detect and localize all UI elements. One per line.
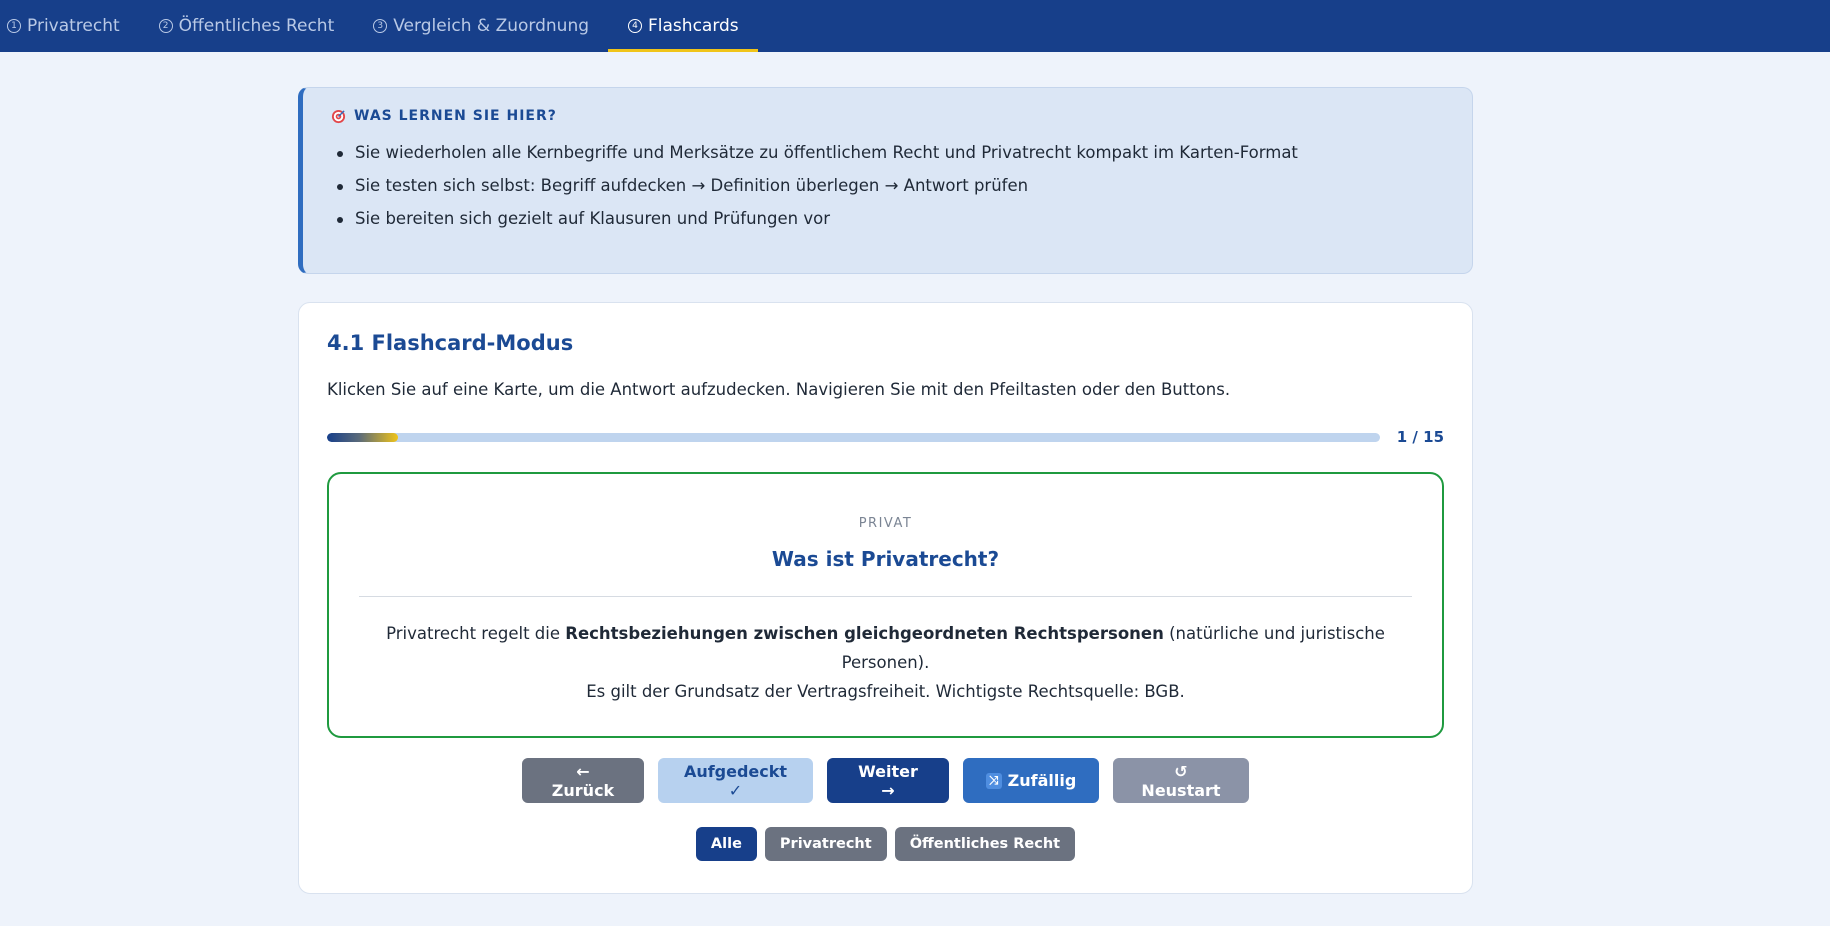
learning-goals-box: WAS LERNEN SIE HIER? Sie wiederholen all… <box>298 87 1473 274</box>
random-button[interactable]: ⤨ Zufällig <box>963 758 1099 803</box>
progress-bar-fill <box>327 432 398 442</box>
tab-privatrecht[interactable]: 1 Privatrecht <box>2 0 139 52</box>
flashcard-divider <box>359 596 1412 597</box>
tab-number-icon: 2 <box>158 19 173 33</box>
answer-text: Privatrecht regelt die <box>386 624 566 643</box>
back-button[interactable]: ← Zurück <box>522 758 644 803</box>
tab-flashcards[interactable]: 4 Flashcards <box>608 0 758 52</box>
filter-all[interactable]: Alle <box>695 827 757 861</box>
filter-privatrecht[interactable]: Privatrecht <box>764 827 887 861</box>
flashcard-category: PRIVAT <box>858 516 913 531</box>
tab-number-icon: 3 <box>373 19 388 33</box>
filter-oeffentliches-recht[interactable]: Öffentliches Recht <box>894 827 1076 861</box>
restart-button[interactable]: ↺ Neustart <box>1113 758 1249 803</box>
flashcard-mode-panel: 4.1 Flashcard-Modus Klicken Sie auf eine… <box>298 302 1473 894</box>
tab-number-icon: 1 <box>7 19 21 33</box>
flashcard-question: Was ist Privatrecht? <box>771 547 1000 571</box>
answer-text: Es gilt der Grundsatz der Vertragsfreihe… <box>586 682 1185 701</box>
section-description: Klicken Sie auf eine Karte, um die Antwo… <box>327 380 1231 399</box>
category-filter: Alle Privatrecht Öffentliches Recht <box>327 827 1444 861</box>
tab-oeffentliches-recht[interactable]: 2 Öffentliches Recht <box>139 0 354 52</box>
revealed-button[interactable]: Aufgedeckt ✓ <box>658 758 813 803</box>
list-item: Sie wiederholen alle Kernbegriffe und Me… <box>331 143 1444 162</box>
list-item: Sie bereiten sich gezielt auf Klausuren … <box>331 209 1444 228</box>
tab-label: Vergleich & Zuordnung <box>393 16 590 36</box>
flashcard[interactable]: PRIVAT Was ist Privatrecht? Privatrecht … <box>327 472 1444 738</box>
answer-highlight: Rechtsbeziehungen zwischen gleichgeordne… <box>565 624 1164 643</box>
progress-bar <box>327 432 1380 442</box>
learning-goals-header: WAS LERNEN SIE HIER? <box>331 108 1444 124</box>
tab-label: Öffentliches Recht <box>178 16 335 36</box>
shuffle-icon: ⤨ <box>985 772 1002 789</box>
tab-vergleich-zuordnung[interactable]: 3 Vergleich & Zuordnung <box>353 0 608 52</box>
tab-label: Flashcards <box>648 16 739 36</box>
list-item: Sie testen sich selbst: Begriff aufdecke… <box>331 176 1444 195</box>
top-navigation: 1 Privatrecht 2 Öffentliches Recht 3 Ver… <box>0 0 1830 52</box>
target-icon <box>331 109 346 123</box>
learning-goals-title: WAS LERNEN SIE HIER? <box>354 108 557 124</box>
section-title: 4.1 Flashcard-Modus <box>327 331 574 355</box>
random-button-label: Zufällig <box>1007 771 1077 790</box>
tab-label: Privatrecht <box>27 16 120 36</box>
flashcard-answer: Privatrecht regelt die Rechtsbeziehungen… <box>359 619 1412 706</box>
progress-counter: 1 / 15 <box>1396 428 1444 446</box>
tab-number-icon: 4 <box>628 19 643 33</box>
learning-goals-list: Sie wiederholen alle Kernbegriffe und Me… <box>331 143 1444 228</box>
next-button[interactable]: Weiter → <box>827 758 949 803</box>
flashcard-controls: ← Zurück Aufgedeckt ✓ Weiter → ⤨ Zufälli… <box>327 758 1444 803</box>
progress-row: 1 / 15 <box>327 428 1444 446</box>
